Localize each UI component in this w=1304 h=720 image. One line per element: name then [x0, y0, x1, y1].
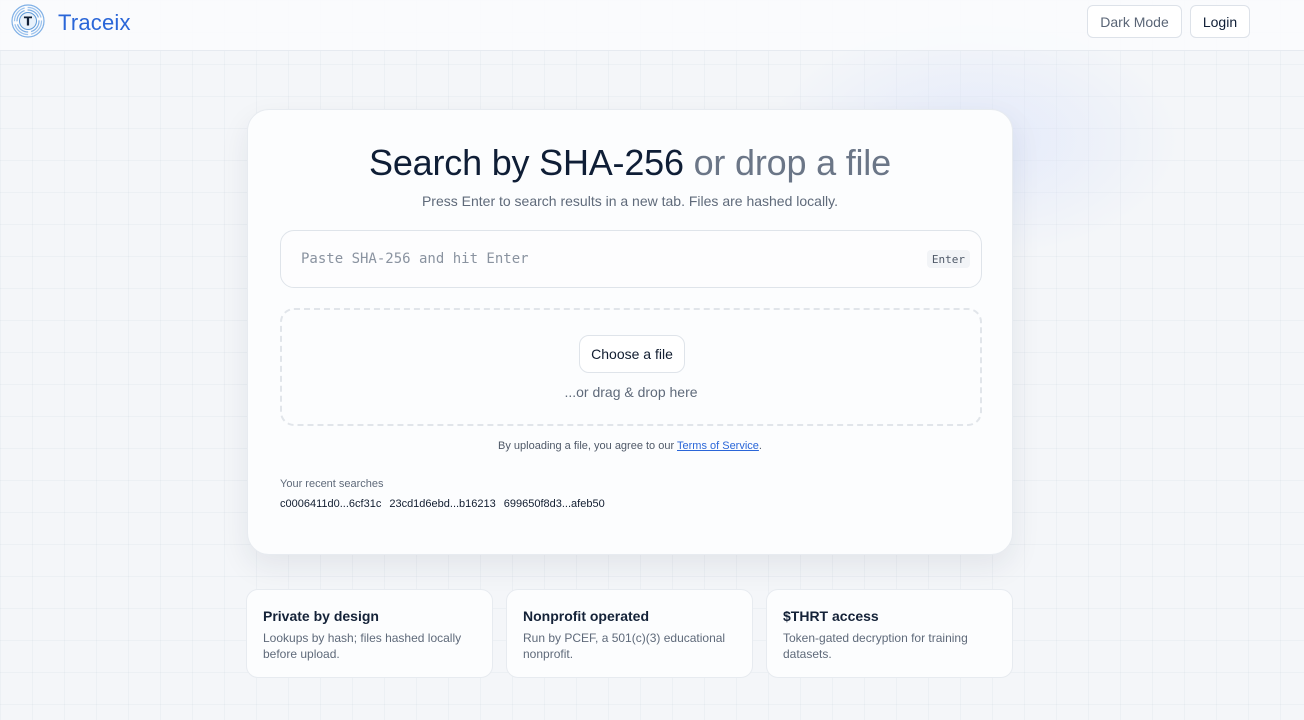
recent-search-item[interactable]: 699650f8d3...afeb50: [504, 498, 605, 510]
feature-title: Private by design: [263, 608, 379, 624]
recent-search-item[interactable]: 23cd1d6ebd...b16213: [389, 498, 495, 510]
fingerprint-logo-icon[interactable]: T: [10, 3, 46, 39]
svg-text:T: T: [24, 15, 33, 29]
search-card: Search by SHA-256 or drop a file Press E…: [247, 109, 1013, 555]
page-title: Search by SHA-256 or drop a file: [248, 142, 1012, 184]
recent-search-item[interactable]: c0006411d0...6cf31c: [280, 498, 381, 510]
file-dropzone[interactable]: Choose a file ...or drag & drop here: [280, 308, 982, 426]
sha256-search-input[interactable]: [301, 231, 921, 287]
feature-title: $THRT access: [783, 608, 879, 624]
terms-notice: By uploading a file, you agree to our Te…: [248, 440, 1012, 452]
feature-text: Token-gated decryption for training data…: [783, 631, 968, 661]
recent-searches-list: c0006411d0...6cf31c 23cd1d6ebd...b16213 …: [280, 498, 605, 510]
page-subtitle: Press Enter to search results in a new t…: [421, 193, 839, 209]
tos-prefix: By uploading a file, you agree to our: [498, 440, 677, 452]
title-muted: or drop a file: [683, 142, 892, 183]
login-button[interactable]: Login: [1190, 5, 1250, 38]
feature-card-nonprofit: Nonprofit operated Run by PCEF, a 501(c)…: [506, 589, 753, 678]
brand-name[interactable]: Traceix: [58, 10, 131, 36]
dark-mode-button[interactable]: Dark Mode: [1087, 5, 1182, 38]
top-header: T Traceix Dark Mode Login: [0, 0, 1304, 51]
feature-card-thrt: $THRT access Token-gated decryption for …: [766, 589, 1013, 678]
feature-text: Run by PCEF, a 501(c)(3) educational non…: [523, 631, 726, 661]
terms-of-service-link[interactable]: Terms of Service: [677, 440, 759, 452]
choose-file-button[interactable]: Choose a file: [579, 335, 685, 373]
title-main: Search by SHA-256: [369, 142, 684, 183]
tos-suffix: .: [758, 440, 762, 452]
enter-key-badge: Enter: [926, 250, 970, 268]
search-box: Enter: [280, 230, 982, 288]
feature-title: Nonprofit operated: [523, 608, 649, 624]
feature-text: Lookups by hash; files hashed locally be…: [263, 631, 462, 661]
drag-drop-hint: ...or drag & drop here: [564, 384, 698, 400]
feature-card-private: Private by design Lookups by hash; files…: [246, 589, 493, 678]
recent-searches-label: Your recent searches: [280, 478, 384, 490]
